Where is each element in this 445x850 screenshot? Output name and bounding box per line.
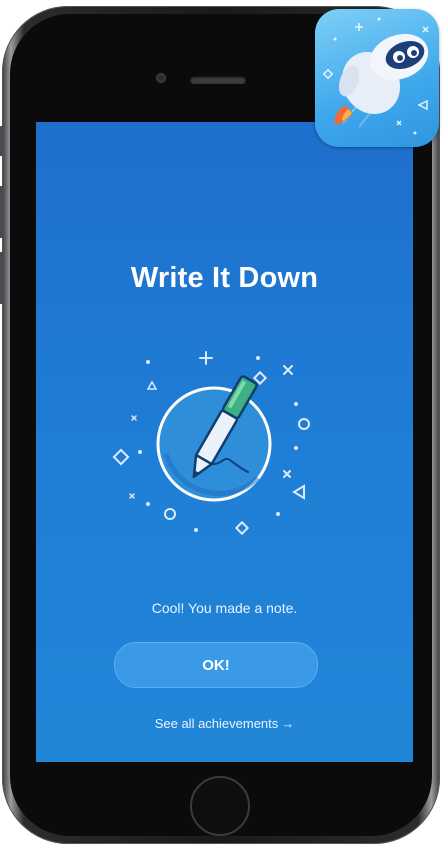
earpiece-speaker	[190, 76, 246, 84]
volume-up-button	[0, 186, 4, 238]
ok-button-label: OK!	[202, 656, 230, 674]
home-button[interactable]	[190, 776, 250, 836]
volume-down-button	[0, 252, 4, 304]
achievement-message: Cool! You made a note.	[151, 600, 298, 616]
front-camera	[156, 73, 166, 83]
see-all-label: See all achievements	[154, 716, 279, 731]
ok-button[interactable]: OK!	[114, 642, 318, 688]
pen-writing-icon	[112, 351, 310, 536]
arrow-right-icon: →	[281, 716, 295, 731]
rocket-mascot-app-icon	[315, 9, 439, 147]
achievement-title: Write It Down	[130, 262, 319, 294]
achievement-screen: Write It Down Cool! You made a note. OK!…	[36, 122, 413, 762]
mute-switch	[0, 126, 4, 156]
see-all-achievements-link[interactable]: See all achievements →	[36, 716, 413, 731]
